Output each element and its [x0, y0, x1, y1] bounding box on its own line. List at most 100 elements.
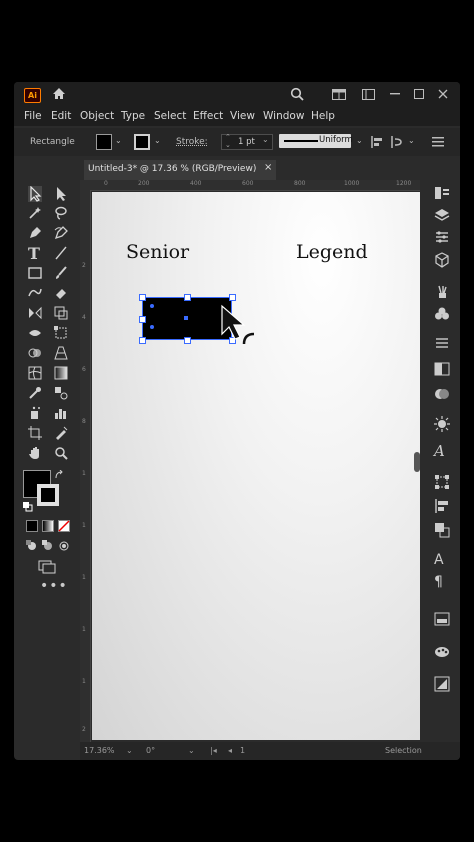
rotate-tool-icon[interactable]: [28, 306, 42, 320]
fill-swatch[interactable]: [96, 134, 112, 150]
gradient-tool-icon[interactable]: [54, 366, 68, 380]
transform-icon[interactable]: [434, 474, 450, 490]
vertical-scrollbar[interactable]: [414, 452, 420, 472]
color-guide-icon[interactable]: [434, 644, 450, 658]
artboard[interactable]: Senior Legend: [92, 192, 420, 740]
selection-handle[interactable]: [139, 294, 146, 301]
align-icon[interactable]: [370, 135, 384, 149]
menu-effect[interactable]: Effect: [193, 110, 223, 122]
chevron-down-icon[interactable]: ⌄: [408, 136, 415, 145]
nav-first-icon[interactable]: |◂: [210, 746, 217, 755]
stroke-label[interactable]: Stroke:: [176, 137, 208, 147]
distribute-icon[interactable]: [390, 135, 404, 149]
type-tool-icon[interactable]: T: [28, 244, 40, 263]
artboard-text-legend[interactable]: Legend: [296, 241, 368, 263]
menu-object[interactable]: Object: [80, 110, 114, 122]
selection-handle[interactable]: [139, 337, 146, 344]
variable-width-profile[interactable]: Uniform: [279, 134, 353, 148]
mesh-tool-icon[interactable]: [28, 366, 42, 380]
chevron-down-icon[interactable]: ⌄: [356, 136, 363, 145]
menu-icon[interactable]: [432, 137, 444, 147]
screen-mode-icon[interactable]: [38, 560, 56, 574]
rotation-value[interactable]: 0°: [146, 746, 155, 755]
more-tools-icon[interactable]: •••: [40, 578, 68, 594]
brushes-icon[interactable]: [434, 284, 450, 300]
symbols-icon[interactable]: [434, 306, 450, 322]
scale-tool-icon[interactable]: [54, 306, 68, 320]
properties-icon[interactable]: [434, 186, 450, 200]
direct-selection-tool-icon[interactable]: [54, 186, 68, 202]
shape-builder-tool-icon[interactable]: [28, 346, 42, 360]
ruler-vertical[interactable]: 2 4 6 8 1 1 1 1 1 2: [80, 190, 91, 742]
menu-view[interactable]: View: [230, 110, 255, 122]
chevron-down-icon[interactable]: ⌄: [262, 135, 269, 144]
paragraph-styles-icon[interactable]: A: [434, 552, 444, 568]
maximize-icon[interactable]: [414, 89, 424, 99]
line-tool-icon[interactable]: [54, 246, 68, 260]
zoom-tool-icon[interactable]: [54, 446, 68, 460]
lasso-tool-icon[interactable]: [54, 206, 68, 220]
curvature-tool-icon[interactable]: [54, 226, 68, 240]
tab-document[interactable]: Untitled-3* @ 17.36 % (RGB/Preview) ×: [84, 160, 276, 180]
blend-tool-icon[interactable]: [54, 386, 68, 400]
menu-window[interactable]: Window: [263, 110, 304, 122]
eyedropper-tool-icon[interactable]: [28, 386, 42, 400]
artboards-icon[interactable]: [434, 612, 450, 626]
selection-handle[interactable]: [184, 337, 191, 344]
transparency-icon[interactable]: [434, 362, 450, 376]
chevron-down-icon[interactable]: ⌄: [188, 746, 195, 755]
menu-file[interactable]: File: [24, 110, 42, 122]
panel-icon[interactable]: [362, 89, 375, 100]
draw-inside-icon[interactable]: [58, 540, 70, 552]
appearance-icon[interactable]: [434, 416, 450, 432]
paragraph-icon[interactable]: ¶: [434, 574, 443, 590]
chevron-down-icon[interactable]: ⌄: [115, 136, 122, 145]
align-icon[interactable]: [434, 336, 450, 350]
corner-widget[interactable]: [150, 304, 154, 308]
symbol-sprayer-tool-icon[interactable]: [28, 406, 42, 420]
pathfinder-icon[interactable]: [434, 522, 450, 538]
none-mode-button[interactable]: [58, 520, 70, 532]
menu-help[interactable]: Help: [311, 110, 335, 122]
selection-handle[interactable]: [139, 316, 146, 323]
draw-normal-icon[interactable]: [26, 540, 38, 552]
layers-icon[interactable]: [434, 208, 450, 222]
ruler-horizontal[interactable]: 0 200 400 600 800 1000 1200: [80, 180, 420, 191]
shaper-tool-icon[interactable]: [28, 286, 42, 300]
width-tool-icon[interactable]: [28, 326, 42, 340]
default-colors-icon[interactable]: [23, 502, 33, 512]
libraries-icon[interactable]: [434, 230, 450, 244]
gradient-icon[interactable]: [434, 386, 450, 402]
selection-handle[interactable]: [229, 294, 236, 301]
minimize-icon[interactable]: [390, 93, 400, 95]
eraser-tool-icon[interactable]: [54, 286, 68, 300]
align-objects-icon[interactable]: [434, 498, 450, 514]
artboard-tool-icon[interactable]: [28, 426, 42, 440]
home-icon[interactable]: [52, 87, 66, 100]
selection-handle[interactable]: [184, 294, 191, 301]
graph-tool-icon[interactable]: [54, 406, 68, 420]
menu-type[interactable]: Type: [121, 110, 145, 122]
asset-export-icon[interactable]: [434, 676, 450, 692]
stroke-weight-field[interactable]: ⌃ ⌄ 1 pt ⌄: [221, 133, 273, 150]
stroke-color-swatch[interactable]: [37, 484, 59, 506]
page-number[interactable]: 1: [240, 746, 245, 755]
close-icon[interactable]: ×: [264, 162, 272, 173]
workspace-icon[interactable]: [332, 89, 346, 100]
artboard-text-senior[interactable]: Senior: [126, 241, 189, 263]
menu-edit[interactable]: Edit: [51, 110, 71, 122]
selection-tool-icon[interactable]: [28, 186, 42, 202]
stroke-swatch[interactable]: [134, 134, 150, 150]
menu-select[interactable]: Select: [154, 110, 186, 122]
corner-widget[interactable]: [150, 325, 154, 329]
chevron-down-icon[interactable]: ⌄: [154, 136, 161, 145]
draw-behind-icon[interactable]: [42, 540, 54, 552]
gradient-mode-button[interactable]: [42, 520, 54, 532]
zoom-level[interactable]: 17.36%: [84, 746, 115, 755]
hand-tool-icon[interactable]: [28, 446, 42, 460]
chevron-down-icon[interactable]: ⌄: [126, 746, 133, 755]
free-transform-tool-icon[interactable]: [54, 326, 68, 340]
perspective-grid-tool-icon[interactable]: [54, 346, 68, 360]
nav-prev-icon[interactable]: ◂: [228, 746, 232, 755]
pen-tool-icon[interactable]: [28, 226, 42, 240]
